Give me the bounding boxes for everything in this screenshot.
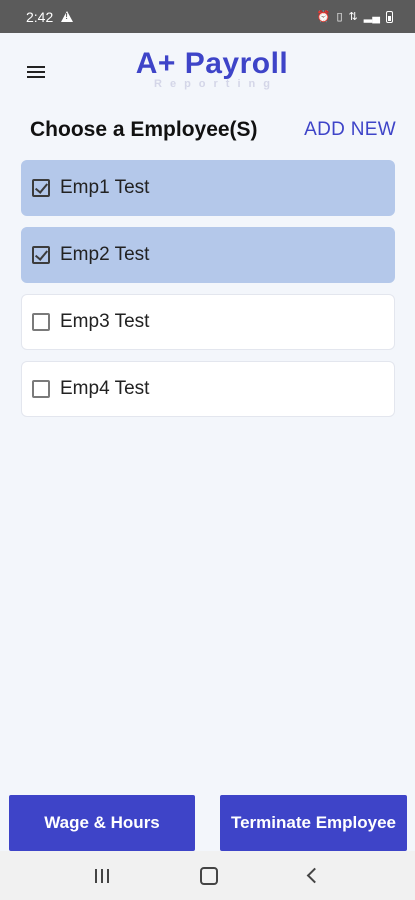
employee-checkbox[interactable] [32, 380, 50, 398]
hamburger-menu-icon[interactable] [27, 66, 45, 80]
add-new-button[interactable]: ADD NEW [304, 119, 396, 141]
wifi-icon: ⇅ [348, 11, 358, 23]
app-logo: A+ Payroll Reporting [127, 47, 297, 91]
employee-list: Emp1 Test Emp2 Test Emp3 Test Emp4 Test [21, 160, 395, 428]
employee-name: Emp4 Test [60, 378, 150, 399]
employee-checkbox[interactable] [32, 179, 50, 197]
home-icon[interactable] [199, 866, 218, 885]
logo-title: A+ Payroll [135, 47, 289, 80]
page-title: Choose a Employee(S) [30, 118, 258, 141]
employee-row-1[interactable]: Emp1 Test [21, 160, 395, 216]
employee-row-4[interactable]: Emp4 Test [21, 361, 395, 417]
employee-name: Emp1 Test [60, 177, 150, 198]
employee-name: Emp2 Test [60, 244, 150, 265]
system-nav-bar [0, 851, 415, 900]
action-bar: Wage & Hours Terminate Employee [0, 795, 415, 851]
status-time: 2:42 [26, 8, 54, 25]
app-header: A+ Payroll Reporting [0, 33, 415, 103]
back-icon[interactable] [306, 867, 322, 884]
employee-checkbox[interactable] [32, 313, 50, 331]
volte-icon: ▯ [336, 11, 343, 23]
terminate-employee-button[interactable]: Terminate Employee [220, 795, 407, 851]
employee-row-2[interactable]: Emp2 Test [21, 227, 395, 283]
wage-hours-button[interactable]: Wage & Hours [9, 795, 195, 851]
recents-icon[interactable] [95, 868, 110, 883]
employee-row-3[interactable]: Emp3 Test [21, 294, 395, 350]
battery-icon [386, 10, 393, 23]
employee-checkbox[interactable] [32, 246, 50, 264]
warning-icon [61, 11, 74, 22]
signal-icon: ▂▄ [363, 11, 380, 23]
title-row: Choose a Employee(S) ADD NEW [30, 118, 396, 142]
employee-name: Emp3 Test [60, 311, 150, 332]
status-bar: 2:42 ⏰ ▯ ⇅ ▂▄ [0, 0, 415, 33]
alarm-icon: ⏰ [316, 11, 331, 23]
